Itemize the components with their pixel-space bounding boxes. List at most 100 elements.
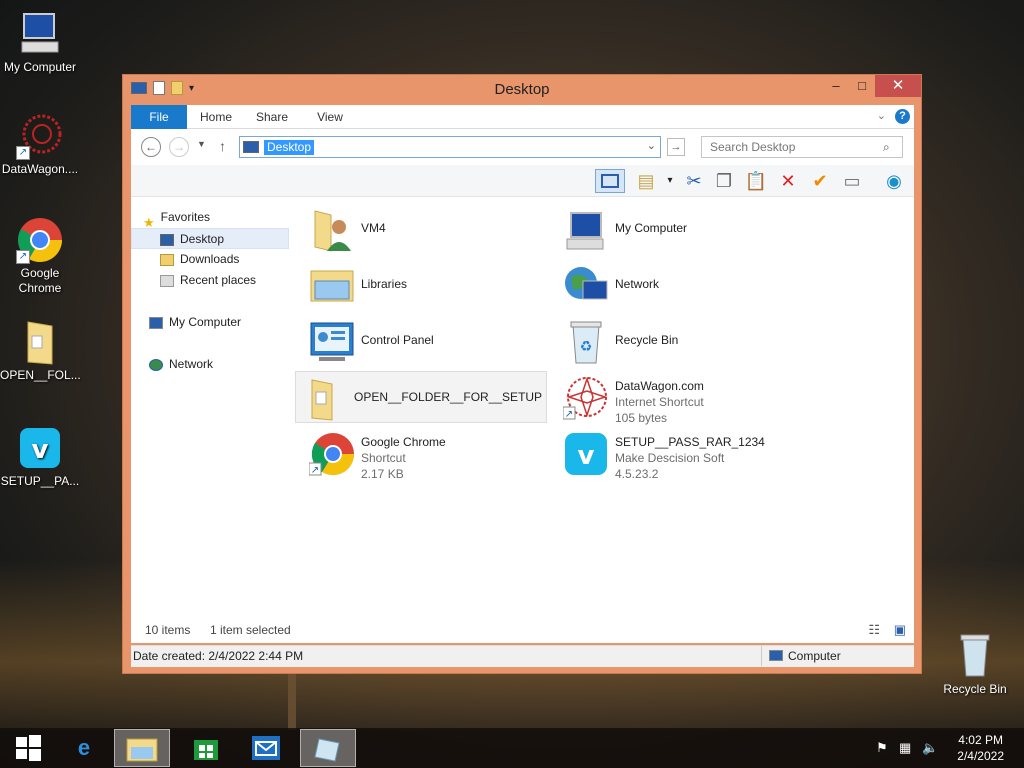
command-toolbar: ▤ ▾ ✂ ❐ 📋 ✕ ✔ ▭ ◉ — [131, 165, 914, 197]
nav-network[interactable]: Network — [131, 354, 289, 375]
desktop-icon-label: Recycle Bin — [943, 682, 1007, 696]
nav-desktop[interactable]: Desktop — [131, 228, 289, 249]
downloads-icon — [160, 253, 174, 266]
computer-icon — [149, 316, 163, 329]
chrome-icon: ↗ — [16, 216, 64, 264]
clock-date: 2/4/2022 — [957, 749, 1004, 763]
address-input[interactable]: Desktop ⌄ — [239, 136, 661, 158]
address-bar-row: ← → ▼ ↑ Desktop ⌄ → Search Desktop ⌕ — [131, 129, 914, 165]
recent-locations-icon[interactable]: ▼ — [197, 139, 206, 149]
tab-share[interactable]: Share — [249, 105, 295, 129]
shortcut-arrow-icon: ↗ — [16, 146, 30, 160]
back-button[interactable]: ← — [141, 137, 161, 157]
list-item-my-computer[interactable]: My Computer — [557, 203, 807, 255]
desktop-icon-my-computer[interactable]: My Computer — [0, 10, 80, 75]
go-button[interactable]: → — [667, 138, 685, 156]
desktop-icon — [160, 233, 174, 246]
help-icon[interactable]: ? — [895, 109, 910, 124]
search-icon: ⌕ — [883, 140, 890, 154]
list-item-control-panel[interactable]: Control Panel — [303, 315, 553, 367]
address-text: Desktop — [264, 140, 315, 155]
cut-icon[interactable]: ✂ — [681, 169, 707, 193]
windows-logo-icon — [16, 735, 41, 761]
list-item-network[interactable]: Network — [557, 259, 807, 311]
folder-icon — [16, 318, 64, 366]
copy-icon[interactable]: ❐ — [711, 169, 737, 193]
vimeo-icon: v — [563, 431, 609, 477]
store-icon[interactable] — [178, 729, 234, 767]
nav-recent-places[interactable]: Recent places — [131, 270, 289, 291]
clock-time: 4:02 PM — [958, 733, 1003, 747]
desktop-icon-label: Google Chrome — [18, 266, 62, 295]
list-item-setup[interactable]: v SETUP__PASS_RAR_1234 Make Descision So… — [557, 427, 807, 481]
paste-icon[interactable]: 📋 — [743, 169, 769, 193]
list-item-open-folder[interactable]: OPEN__FOLDER__FOR__SETUP — [295, 371, 547, 423]
taskbar: e ⚑ ▦ 🔈 4:02 PM 2/4/2022 — [0, 728, 1024, 768]
nav-my-computer[interactable]: My Computer — [131, 312, 289, 333]
network-status-icon[interactable]: ▦ — [899, 740, 911, 756]
search-input[interactable]: Search Desktop — [701, 136, 903, 158]
desktop-icon-setup[interactable]: v SETUP__PA... — [0, 424, 80, 489]
rename-icon[interactable]: ▭ — [839, 169, 865, 193]
selected-count: 1 item selected — [210, 623, 291, 637]
tab-home[interactable]: Home — [193, 105, 239, 129]
datawagon-icon: ↗ — [16, 112, 64, 160]
chevron-down-icon[interactable]: ▾ — [657, 169, 683, 193]
recycle-bin-icon: ♻ — [563, 319, 609, 365]
internet-explorer-icon[interactable]: e — [56, 729, 112, 767]
list-item-libraries[interactable]: Libraries — [303, 259, 553, 311]
chrome-icon: ↗ — [308, 431, 355, 477]
select-all-icon[interactable]: ▤ — [633, 169, 659, 193]
preview-pane-button[interactable] — [595, 169, 625, 193]
status-bar: 10 items 1 item selected ☷ ▣ — [131, 617, 914, 643]
desktop-icon-google-chrome[interactable]: ↗ Google Chrome — [0, 216, 80, 296]
volume-muted-icon[interactable]: 🔈 — [922, 740, 938, 756]
list-item-vm4[interactable]: VM4 — [303, 203, 553, 255]
computer-icon — [769, 650, 783, 661]
globe-icon[interactable]: ◉ — [881, 169, 907, 193]
list-item-google-chrome[interactable]: ↗ Google Chrome Shortcut 2.17 KB — [303, 427, 553, 481]
recent-places-icon — [160, 274, 174, 287]
ribbon-tabs: File Home Share View ⌄ ? — [131, 105, 914, 129]
user-folder-icon — [309, 207, 355, 253]
list-item-recycle-bin[interactable]: ♻ Recycle Bin — [557, 315, 807, 367]
desktop-icon-datawagon[interactable]: ↗ DataWagon.... — [0, 112, 80, 177]
nav-favorites[interactable]: ★ Favorites — [143, 207, 301, 230]
list-item-datawagon[interactable]: ↗ DataWagon.com Internet Shortcut 105 by… — [557, 371, 807, 425]
details-view-icon[interactable]: ☷ — [868, 617, 880, 643]
desktop-icon-open-folder[interactable]: OPEN__FOL... — [0, 318, 81, 383]
mail-icon[interactable] — [238, 729, 294, 767]
close-button[interactable]: ✕ — [875, 75, 921, 97]
tab-file[interactable]: File — [131, 105, 187, 129]
minimize-button[interactable]: – — [823, 75, 849, 97]
desktop-icon-recycle-bin[interactable]: Recycle Bin — [935, 632, 1015, 697]
desktop-icon-label: OPEN__FOL... — [0, 368, 81, 382]
start-button[interactable] — [0, 729, 56, 767]
recycle-bin-icon — [951, 632, 999, 680]
desktop-location-icon — [243, 141, 259, 153]
notepad-taskbar-button[interactable] — [300, 729, 356, 767]
large-icons-view-icon[interactable]: ▣ — [894, 617, 906, 643]
address-dropdown-icon[interactable]: ⌄ — [647, 139, 656, 152]
maximize-button[interactable]: □ — [849, 75, 875, 97]
title-bar[interactable]: ▾ Desktop – □ ✕ — [123, 75, 921, 105]
expand-ribbon-icon[interactable]: ⌄ — [877, 109, 886, 122]
desktop-icon-label: SETUP__PA... — [0, 474, 80, 488]
up-arrow-icon[interactable]: ↑ — [219, 138, 226, 154]
tab-view[interactable]: View — [307, 105, 353, 129]
action-center-flag-icon[interactable]: ⚑ — [876, 740, 888, 756]
forward-button[interactable]: → — [169, 137, 189, 157]
file-list: VM4 My Computer Libraries Network Contro… — [291, 197, 914, 617]
network-icon — [563, 263, 609, 309]
navigation-pane: ★ Favorites Desktop Downloads Recent plac… — [131, 197, 291, 617]
nav-downloads[interactable]: Downloads — [131, 249, 289, 270]
svg-text:♻: ♻ — [580, 339, 593, 355]
delete-icon[interactable]: ✕ — [775, 169, 801, 193]
window-title: Desktop — [494, 81, 550, 98]
system-clock[interactable]: 4:02 PM 2/4/2022 — [957, 732, 1004, 764]
desktop-icon-label: My Computer — [3, 60, 77, 74]
file-explorer-icon — [126, 738, 158, 762]
shortcut-arrow-icon: ↗ — [16, 250, 30, 264]
checkmark-icon[interactable]: ✔ — [807, 169, 833, 193]
file-explorer-taskbar-button[interactable] — [114, 729, 170, 767]
